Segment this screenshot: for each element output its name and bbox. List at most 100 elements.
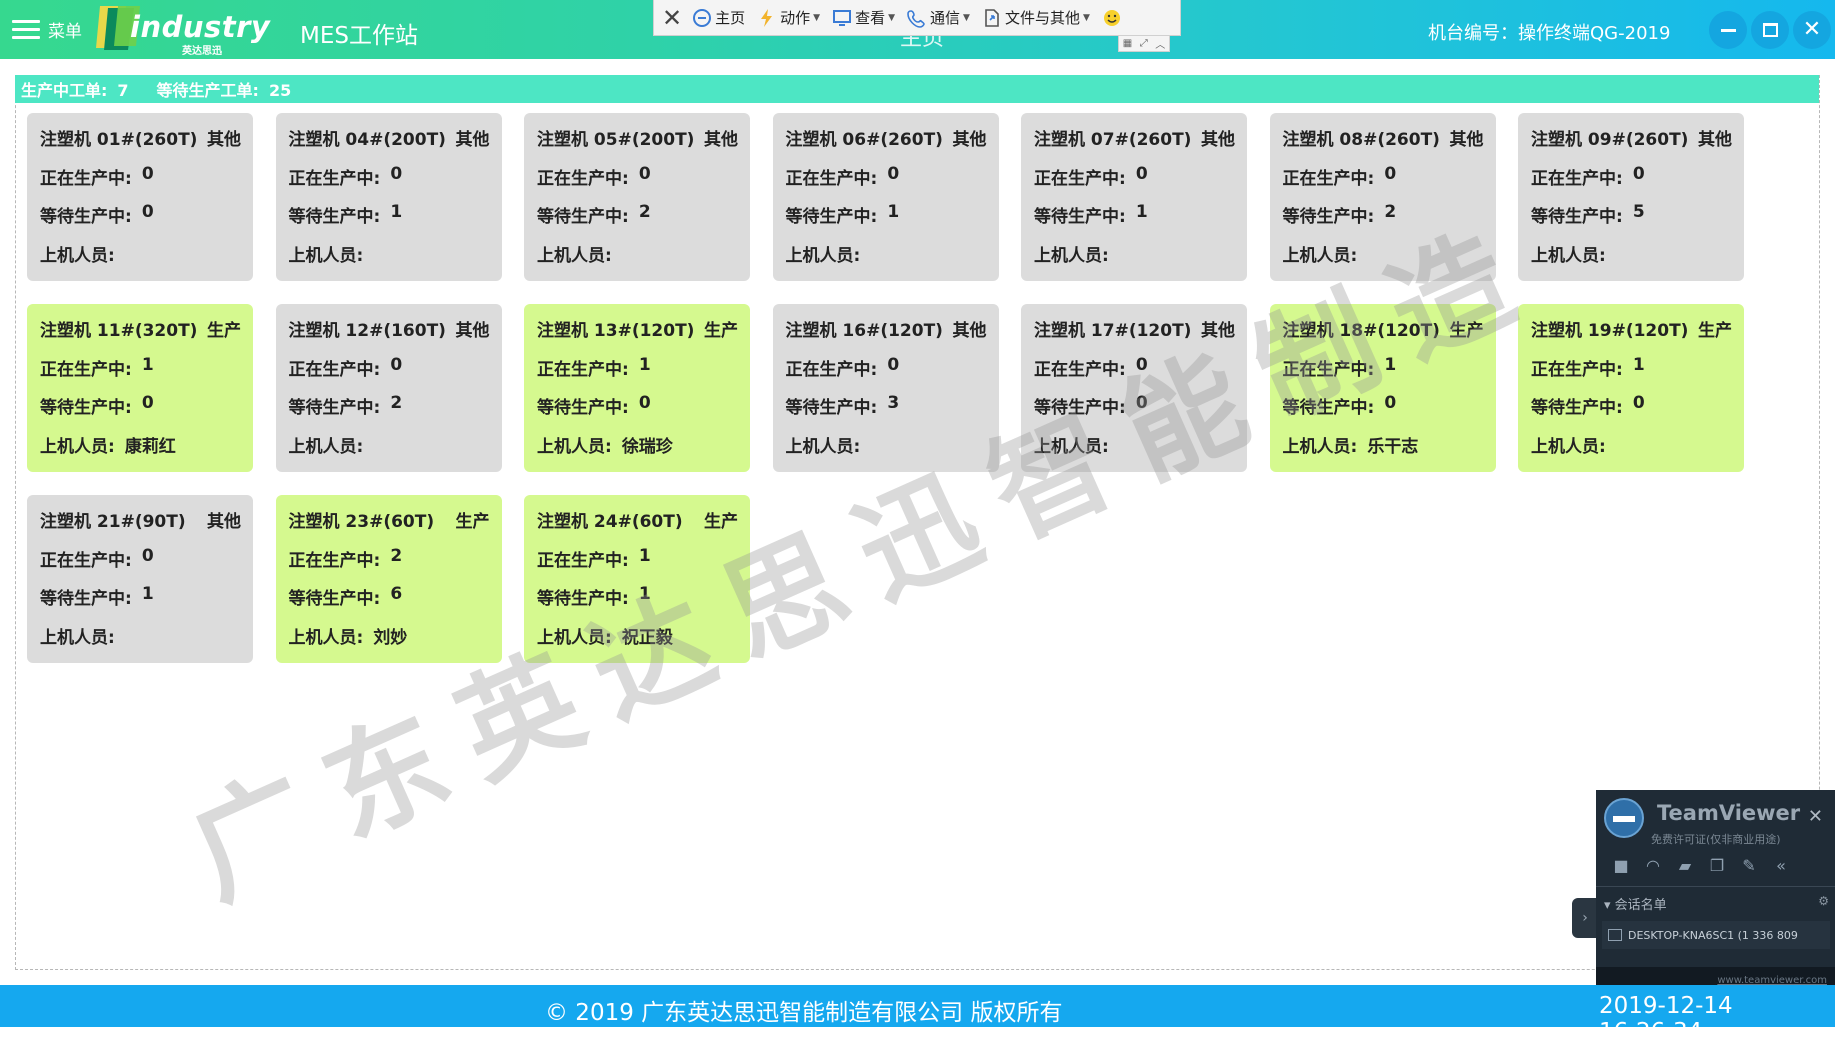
machine-status: 生产 bbox=[704, 321, 738, 341]
producing-value: 0 bbox=[141, 163, 154, 184]
machine-card[interactable]: 注塑机 13#(120T) 生产 正在生产中: 1 等待生产中: 0 上机人员:… bbox=[524, 304, 750, 472]
toolbar-view-label: 查看 bbox=[855, 9, 886, 27]
producing-label: 正在生产中: bbox=[1282, 168, 1375, 189]
machine-card[interactable]: 注塑机 01#(260T) 其他 正在生产中: 0 等待生产中: 0 上机人员: bbox=[27, 113, 253, 281]
producing-label: 正在生产中: bbox=[1531, 168, 1623, 189]
machine-card[interactable]: 注塑机 12#(160T) 其他 正在生产中: 0 等待生产中: 2 上机人员: bbox=[275, 304, 502, 472]
toolbar-files-label: 文件与其他 bbox=[1004, 9, 1080, 27]
file-icon bbox=[985, 8, 999, 27]
operator-label: 上机人员: bbox=[785, 245, 861, 266]
copy-icon[interactable]: ❐ bbox=[1708, 856, 1726, 875]
machine-card[interactable]: 注塑机 24#(60T) 生产 正在生产中: 1 等待生产中: 1 上机人员: … bbox=[524, 495, 750, 663]
session-list-header[interactable]: ▾ 会话名单 bbox=[1604, 894, 1667, 913]
toolbar-view[interactable]: 查看 ▼ bbox=[832, 7, 895, 28]
machine-status: 其他 bbox=[455, 130, 490, 150]
machine-name: 注塑机 04#(200T) bbox=[288, 130, 446, 150]
in-production-label: 生产中工单: bbox=[21, 81, 108, 100]
producing-value: 1 bbox=[1384, 354, 1397, 375]
company-logo: industry 英达思迅 bbox=[96, 2, 270, 57]
grid-icon: ▦ bbox=[1122, 38, 1133, 49]
machine-card[interactable]: 注塑机 08#(260T) 其他 正在生产中: 0 等待生产中: 2 上机人员: bbox=[1269, 113, 1496, 281]
home-icon bbox=[693, 8, 712, 27]
producing-label: 正在生产中: bbox=[785, 359, 878, 380]
machine-card[interactable]: 注塑机 06#(260T) 其他 正在生产中: 0 等待生产中: 1 上机人员: bbox=[772, 113, 999, 281]
operator-value: 乐干志 bbox=[1367, 436, 1419, 457]
waiting-value: 1 bbox=[638, 584, 651, 604]
in-production-count: 生产中工单: 7 bbox=[21, 77, 129, 101]
producing-value: 0 bbox=[1135, 354, 1148, 375]
toolbar-actions[interactable]: 动作 ▼ bbox=[757, 7, 820, 28]
waiting-label: 等待生产中: bbox=[1034, 398, 1126, 418]
toolbar-collapse[interactable]: ▦ ⤢ ︿ bbox=[1118, 36, 1170, 52]
machine-card[interactable]: 注塑机 21#(90T) 其他 正在生产中: 0 等待生产中: 1 上机人员: bbox=[27, 495, 253, 663]
waiting-label: 等待生产中: bbox=[40, 207, 132, 227]
machine-name: 注塑机 13#(120T) bbox=[537, 321, 695, 341]
machine-name: 注塑机 24#(60T) bbox=[537, 512, 683, 532]
operator-label: 上机人员: bbox=[1034, 436, 1109, 457]
machine-status: 其他 bbox=[1201, 321, 1235, 341]
minimize-button[interactable] bbox=[1709, 11, 1747, 49]
menu-label: 菜单 bbox=[48, 21, 82, 42]
machine-card[interactable]: 注塑机 04#(200T) 其他 正在生产中: 0 等待生产中: 1 上机人员: bbox=[275, 113, 502, 281]
waiting-value: 0 bbox=[141, 393, 154, 413]
machine-card[interactable]: 注塑机 11#(320T) 生产 正在生产中: 1 等待生产中: 0 上机人员:… bbox=[27, 304, 253, 472]
menu-button[interactable]: 菜单 bbox=[12, 14, 82, 44]
machine-card[interactable]: 注塑机 16#(120T) 其他 正在生产中: 0 等待生产中: 3 上机人员: bbox=[772, 304, 999, 472]
producing-value: 0 bbox=[390, 354, 403, 375]
machine-name: 注塑机 08#(260T) bbox=[1282, 130, 1440, 150]
producing-value: 0 bbox=[887, 163, 900, 184]
remote-toolbar: ✕ 主页 动作 ▼ 查看 ▼ 通信 ▼ 文件与其他 ▼ bbox=[653, 0, 1181, 36]
waiting-value: 2 bbox=[390, 393, 403, 413]
machine-name: 注塑机 12#(160T) bbox=[288, 321, 446, 341]
waiting-value: 1 bbox=[1135, 202, 1148, 222]
pen-icon[interactable]: ✎ bbox=[1740, 856, 1758, 875]
toolbar-home[interactable]: 主页 bbox=[692, 7, 745, 28]
waiting-value: 0 bbox=[141, 202, 154, 222]
producing-label: 正在生产中: bbox=[288, 550, 381, 571]
chat-icon[interactable]: ▰ bbox=[1676, 856, 1694, 875]
smiley-icon bbox=[1103, 9, 1120, 26]
operator-label: 上机人员: bbox=[288, 245, 364, 266]
producing-label: 正在生产中: bbox=[537, 550, 629, 571]
waiting-label: 等待生产中: bbox=[537, 589, 629, 609]
operator-label: 上机人员: bbox=[288, 627, 364, 648]
operator-label: 上机人员: bbox=[1531, 245, 1606, 266]
monitor-icon bbox=[833, 9, 852, 26]
video-icon[interactable]: ■ bbox=[1612, 856, 1630, 875]
machine-name: 注塑机 23#(60T) bbox=[288, 512, 435, 532]
toolbar-actions-label: 动作 bbox=[780, 9, 811, 27]
machine-card[interactable]: 注塑机 07#(260T) 其他 正在生产中: 0 等待生产中: 1 上机人员: bbox=[1021, 113, 1247, 281]
waiting-label: 等待生产中: bbox=[1282, 207, 1375, 227]
toolbar-emoji[interactable] bbox=[1102, 8, 1125, 28]
toolbar-close-icon[interactable]: ✕ bbox=[662, 4, 682, 32]
headset-icon[interactable]: ◠ bbox=[1644, 856, 1662, 875]
operator-value: 祝正毅 bbox=[621, 627, 673, 648]
machine-status: 其他 bbox=[1201, 130, 1235, 150]
teamviewer-expand-handle[interactable]: › bbox=[1572, 898, 1598, 938]
machine-card[interactable]: 注塑机 09#(260T) 其他 正在生产中: 0 等待生产中: 5 上机人员: bbox=[1518, 113, 1744, 281]
producing-value: 1 bbox=[638, 545, 651, 566]
teamviewer-close-icon[interactable]: ✕ bbox=[1808, 806, 1823, 827]
machine-card[interactable]: 注塑机 05#(200T) 其他 正在生产中: 0 等待生产中: 2 上机人员: bbox=[524, 113, 750, 281]
machine-card[interactable]: 注塑机 23#(60T) 生产 正在生产中: 2 等待生产中: 6 上机人员: … bbox=[275, 495, 502, 663]
copyright: © 2019 广东英达思迅智能制造有限公司 版权所有 bbox=[545, 1000, 1063, 1026]
producing-label: 正在生产中: bbox=[785, 168, 878, 189]
toolbar-comm[interactable]: 通信 ▼ bbox=[907, 7, 970, 28]
producing-value: 0 bbox=[638, 163, 651, 184]
toolbar-comm-label: 通信 bbox=[930, 9, 961, 27]
chevron-down-icon: ▼ bbox=[963, 12, 970, 23]
gear-icon[interactable]: ⚙ bbox=[1818, 894, 1829, 908]
toolbar-files[interactable]: 文件与其他 ▼ bbox=[982, 7, 1090, 28]
machine-status: 其他 bbox=[455, 321, 490, 341]
machine-card[interactable]: 注塑机 17#(120T) 其他 正在生产中: 0 等待生产中: 0 上机人员: bbox=[1021, 304, 1247, 472]
waiting-value: 1 bbox=[390, 202, 403, 222]
collapse-icon[interactable]: « bbox=[1772, 856, 1790, 875]
producing-label: 正在生产中: bbox=[537, 359, 629, 380]
producing-label: 正在生产中: bbox=[1034, 359, 1126, 380]
waiting-label: 等待生产中: bbox=[288, 398, 381, 418]
machine-card[interactable]: 注塑机 18#(120T) 生产 正在生产中: 1 等待生产中: 0 上机人员:… bbox=[1269, 304, 1496, 472]
session-item[interactable]: DESKTOP-KNA6SC1 (1 336 809 bbox=[1602, 921, 1830, 949]
machine-card[interactable]: 注塑机 19#(120T) 生产 正在生产中: 1 等待生产中: 0 上机人员: bbox=[1518, 304, 1744, 472]
close-button[interactable]: ✕ bbox=[1793, 11, 1831, 49]
maximize-button[interactable] bbox=[1751, 11, 1789, 49]
